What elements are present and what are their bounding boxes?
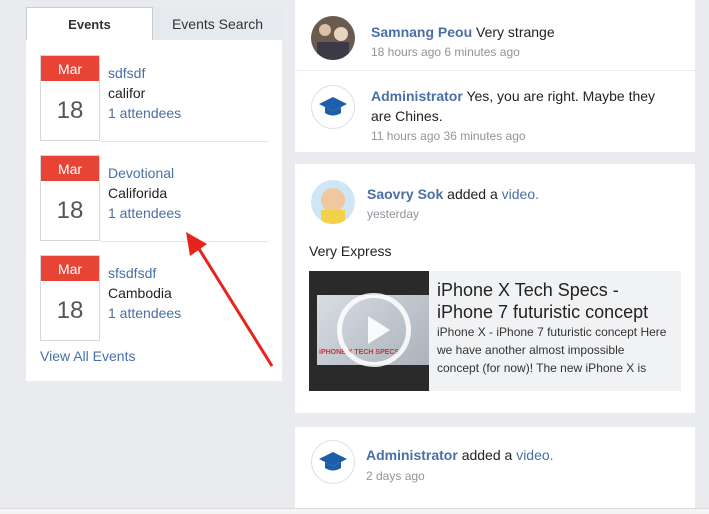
post-video-link[interactable]: video. bbox=[502, 186, 539, 202]
post-timestamp: yesterday bbox=[367, 207, 420, 221]
comment-timestamp: 11 hours ago 36 minutes ago bbox=[371, 129, 526, 143]
post-author-link[interactable]: Administrator bbox=[366, 447, 458, 463]
graduation-cap-icon bbox=[319, 97, 347, 116]
post-header: Administrator added a video. bbox=[366, 445, 554, 465]
comment-text: Samnang Peou Very strange bbox=[371, 22, 555, 42]
user-photo-icon bbox=[311, 16, 355, 60]
admin-post-card: Administrator added a video. 2 days ago bbox=[295, 427, 695, 508]
play-icon[interactable] bbox=[337, 293, 411, 367]
comment-author-link[interactable]: Administrator bbox=[371, 88, 463, 104]
video-attachment[interactable]: iPHONE X TECH SPECS iPhone X Tech Specs … bbox=[309, 271, 681, 391]
comment-time: 11 hours ago bbox=[371, 129, 441, 143]
avatar[interactable] bbox=[311, 16, 355, 60]
video-desc-line: we have another almost impossible bbox=[437, 343, 625, 357]
video-title[interactable]: iPhone X Tech Specs - iPhone 7 futuristi… bbox=[437, 279, 677, 323]
comment-body: Very strange bbox=[476, 24, 555, 40]
comments-card: Samnang Peou Very strange 18 hours ago 6… bbox=[295, 0, 695, 152]
video-title-line: iPhone X Tech Specs - bbox=[437, 280, 619, 300]
video-desc-line: iPhone X - iPhone 7 futuristic concept H… bbox=[437, 325, 667, 339]
avatar[interactable] bbox=[311, 440, 355, 484]
post-action: added a bbox=[461, 447, 513, 463]
video-post-card: Saovry Sok added a video. yesterday Very… bbox=[295, 164, 695, 413]
video-description: iPhone X - iPhone 7 futuristic concept H… bbox=[437, 323, 677, 377]
comment-time-detail: 36 minutes ago bbox=[443, 129, 526, 143]
graduation-cap-icon bbox=[319, 452, 347, 471]
video-thumbnail[interactable]: iPHONE X TECH SPECS bbox=[309, 271, 429, 391]
post-video-link[interactable]: video. bbox=[516, 447, 553, 463]
comment-author-link[interactable]: Samnang Peou bbox=[371, 24, 472, 40]
annotation-arrow-shaft bbox=[194, 243, 274, 367]
comment-time: 18 hours ago bbox=[371, 45, 442, 59]
comment-timestamp: 18 hours ago 6 minutes ago bbox=[371, 45, 520, 59]
post-action: added a bbox=[447, 186, 498, 202]
comment-divider bbox=[295, 70, 695, 71]
avatar[interactable] bbox=[311, 180, 355, 224]
post-header: Saovry Sok added a video. bbox=[367, 184, 539, 204]
post-author-link[interactable]: Saovry Sok bbox=[367, 186, 443, 202]
post-body: Very Express bbox=[309, 243, 392, 259]
comment-text: Administrator Yes, you are right. Maybe … bbox=[371, 86, 681, 126]
annotation-arrow-head bbox=[186, 232, 207, 256]
comment-body: Yes, you are right. Maybe they bbox=[466, 88, 656, 104]
comment-time-detail: 6 minutes ago bbox=[444, 45, 520, 59]
post-timestamp: 2 days ago bbox=[366, 469, 425, 483]
bottom-toolbar-strip bbox=[0, 508, 709, 514]
video-title-line: iPhone 7 futuristic concept bbox=[437, 302, 649, 322]
video-desc-line: concept (for now)! The new iPhone X is bbox=[437, 361, 647, 375]
avatar[interactable] bbox=[311, 85, 355, 129]
comment-body-continued: are Chines. bbox=[371, 108, 443, 124]
user-photo-icon bbox=[311, 180, 355, 224]
